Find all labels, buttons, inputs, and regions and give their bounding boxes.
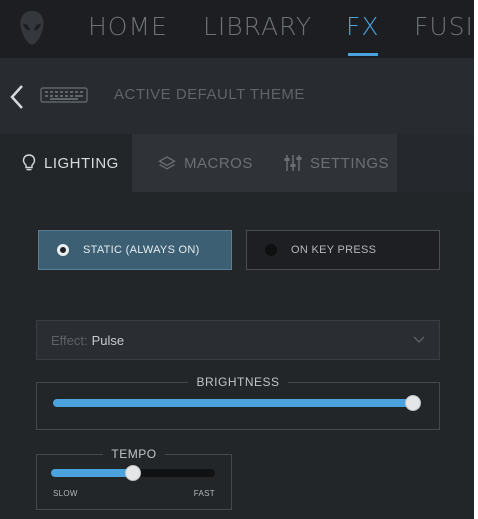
layers-icon: [158, 156, 176, 170]
chevron-left-icon[interactable]: [8, 84, 26, 110]
brightness-label: BRIGHTNESS: [188, 375, 288, 389]
tab-settings-label: SETTINGS: [310, 154, 390, 172]
lightbulb-icon: [22, 154, 36, 171]
effect-dropdown[interactable]: Effect: Pulse: [36, 320, 440, 360]
tab-macros[interactable]: MACROS: [158, 134, 253, 192]
app-window: HOME LIBRARY FX FUSI ACTIVE DEFAULT THEM…: [0, 0, 474, 519]
tab-lighting-label: LIGHTING: [44, 154, 119, 172]
alien-logo-icon[interactable]: [18, 10, 46, 46]
tempo-legend: TEMPO: [37, 446, 231, 462]
tempo-fill: [51, 469, 133, 477]
theme-header: ACTIVE DEFAULT THEME: [0, 58, 474, 136]
tempo-label: TEMPO: [103, 447, 165, 461]
mode-keypress-button[interactable]: ON KEY PRESS: [246, 230, 440, 270]
tab-settings[interactable]: SETTINGS: [284, 134, 389, 192]
nav-fx[interactable]: FX: [346, 12, 380, 41]
brightness-legend: BRIGHTNESS: [37, 374, 439, 390]
chevron-down-icon: [413, 336, 425, 343]
tempo-group: TEMPO SLOW FAST: [36, 447, 232, 510]
theme-title: ACTIVE DEFAULT THEME: [114, 86, 305, 103]
tempo-min-label: SLOW: [53, 489, 78, 498]
tab-bar: LIGHTING MACROS SETTINGS: [0, 134, 474, 192]
nav-library[interactable]: LIBRARY: [203, 12, 312, 41]
nav-active-underline: [348, 53, 378, 56]
effect-label: Effect:: [51, 332, 88, 348]
brightness-group: BRIGHTNESS: [36, 375, 440, 430]
nav-fusion[interactable]: FUSI: [414, 12, 474, 41]
keyboard-icon: [40, 87, 88, 103]
brightness-fill: [53, 399, 414, 407]
tab-lighting[interactable]: LIGHTING: [0, 134, 132, 192]
mode-static-label: STATIC (ALWAYS ON): [83, 244, 200, 256]
tab-bar-filler: [397, 134, 474, 192]
sliders-icon: [284, 155, 302, 171]
mode-static-button[interactable]: STATIC (ALWAYS ON): [38, 230, 232, 270]
tempo-max-label: FAST: [193, 489, 215, 498]
mode-keypress-label: ON KEY PRESS: [291, 244, 377, 256]
nav-home[interactable]: HOME: [88, 12, 168, 41]
top-navigation: HOME LIBRARY FX FUSI: [0, 0, 474, 58]
radio-selected-icon: [57, 244, 69, 256]
effect-value: Pulse: [91, 332, 125, 348]
tab-macros-label: MACROS: [184, 154, 253, 172]
brightness-slider-handle[interactable]: [405, 395, 422, 411]
lighting-panel: STATIC (ALWAYS ON) ON KEY PRESS Effect: …: [14, 192, 474, 519]
radio-unselected-icon: [265, 244, 277, 256]
tempo-slider-handle[interactable]: [125, 465, 141, 481]
